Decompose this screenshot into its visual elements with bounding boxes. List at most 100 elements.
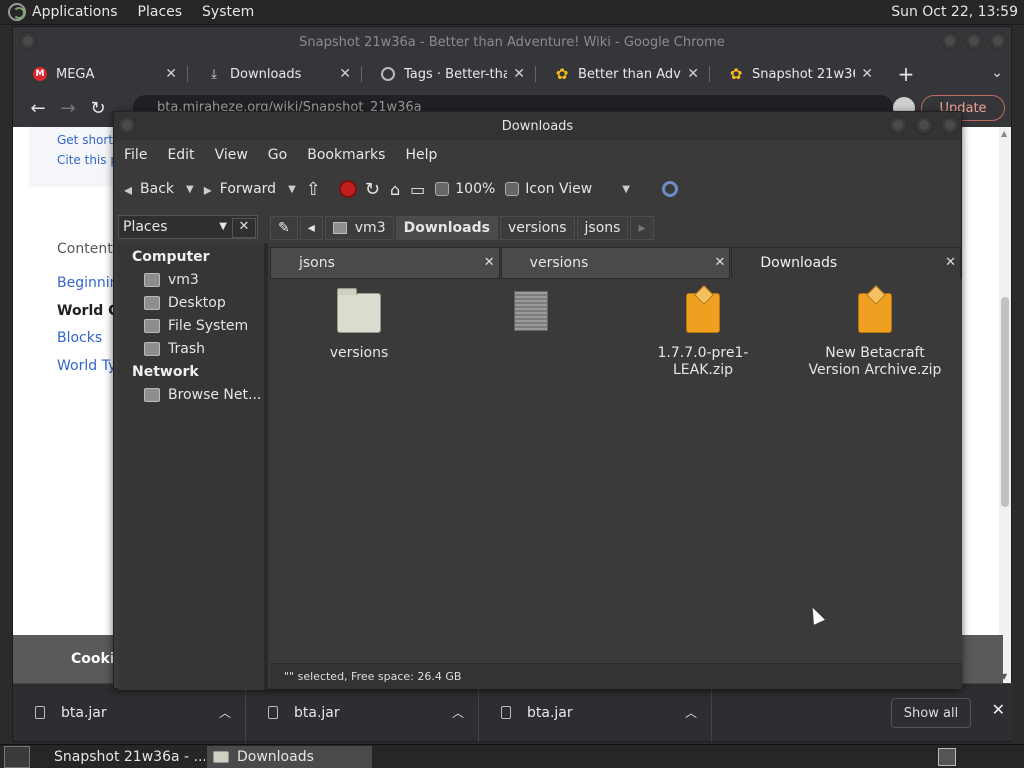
tab-versions[interactable]: versions ✕ [500,247,731,279]
show-desktop-icon[interactable] [4,745,30,768]
back-button[interactable]: ◂ Back ▼ [124,180,194,199]
up-arrow-icon[interactable]: ⇧ [306,179,321,200]
toc-link[interactable]: Beginnin [57,275,119,291]
minimize-icon[interactable] [941,32,959,50]
tab-label: Tags · Better-than- [404,66,508,82]
back-history-dropdown-icon[interactable]: ▼ [186,184,194,195]
download-item[interactable]: bta.jar ︿ [246,683,479,742]
reload-icon[interactable]: ↻ [365,179,380,200]
menu-file[interactable]: File [124,147,147,163]
file-name: versions [329,345,389,361]
sidebar-item-trash[interactable]: Trash [144,341,205,357]
taskbar-downloads[interactable]: Downloads [207,745,372,768]
page-scrollbar[interactable]: ▲ ▼ [999,127,1011,683]
window-menu-icon[interactable] [19,32,37,50]
computer-icon[interactable]: ▭ [410,180,425,199]
zoom-in-icon[interactable] [505,182,520,196]
system-menu[interactable]: System [202,4,254,20]
tab-jsons[interactable]: jsons ✕ [270,247,500,279]
applications-menu[interactable]: Applications [32,4,118,20]
close-tab-icon[interactable]: ✕ [165,66,177,82]
search-icon[interactable] [661,181,678,197]
menu-view[interactable]: View [215,147,248,163]
chrome-titlebar[interactable]: Snapshot 21w36a - Better than Adventure!… [13,27,1011,57]
edit-location-button[interactable]: ✎ [270,216,298,240]
path-segment-vm3[interactable]: vm3 [324,216,394,240]
tab-tags[interactable]: Tags · Better-than- ✕ [361,57,535,91]
workspace-switcher-icon[interactable] [938,747,956,766]
menu-edit[interactable]: Edit [167,147,194,163]
file-item-versions[interactable]: versions [284,288,434,362]
file-manager-titlebar[interactable]: Downloads [114,112,961,140]
tab-search-chevron-icon[interactable]: ⌄ [991,65,1003,81]
close-tab-icon[interactable]: ✕ [339,66,351,82]
menu-go[interactable]: Go [268,147,287,163]
drive-icon [144,319,160,333]
trash-icon [144,342,160,356]
window-menu-icon[interactable] [118,116,136,134]
close-sidebar-icon[interactable]: ✕ [232,218,256,238]
sidebar-splitter[interactable] [264,243,268,690]
folder-icon [213,750,229,763]
close-tab-icon[interactable]: ✕ [484,248,495,278]
forward-history-dropdown-icon[interactable]: ▼ [288,184,296,195]
toc-link[interactable]: Blocks [57,330,102,346]
path-segment-jsons[interactable]: jsons [576,216,629,240]
get-shortened-url-link[interactable]: Get shorte [57,133,120,147]
back-arrow-icon[interactable]: ← [23,93,53,123]
close-window-icon[interactable] [941,116,959,134]
distro-logo-icon[interactable] [8,3,26,21]
path-scroll-right-button[interactable]: ▸ [630,216,654,240]
file-item-leak-zip[interactable]: 1.7.7.0-pre1-LEAK.zip [628,293,778,379]
chevron-up-icon[interactable]: ︿ [685,704,697,721]
taskbar-chrome[interactable]: Snapshot 21w36a - ... [40,746,205,768]
maximize-icon[interactable] [965,32,983,50]
icon-view[interactable]: versions 1.7.7.0-pre1-LEAK.zip New Betac… [270,279,962,663]
close-tab-icon[interactable]: ✕ [945,248,956,278]
sidebar-item-desktop[interactable]: Desktop [144,295,226,311]
maximize-icon[interactable] [915,116,933,134]
sidebar-item-vm3[interactable]: vm3 [144,272,199,288]
minimize-icon[interactable] [889,116,907,134]
scrollbar-thumb[interactable] [1001,297,1009,507]
chevron-up-icon[interactable]: ︿ [452,704,464,721]
sidebar-item-browse-network[interactable]: Browse Net... [144,387,261,403]
tab-mega[interactable]: M MEGA ✕ [13,57,187,91]
menu-help[interactable]: Help [405,147,437,163]
clock[interactable]: Sun Oct 22, 13:59 [891,4,1018,20]
close-tab-icon[interactable]: ✕ [513,66,525,82]
file-item-betacraft-zip[interactable]: New Betacraft Version Archive.zip [800,293,950,379]
file-item-document[interactable] [456,291,606,343]
tab-snapshot[interactable]: ✿ Snapshot 21w36a - ✕ [709,57,883,91]
places-menu[interactable]: Places [138,4,183,20]
close-window-icon[interactable] [989,32,1007,50]
stop-icon[interactable] [338,180,357,198]
show-all-button[interactable]: Show all [891,698,971,728]
path-segment-downloads[interactable]: Downloads [395,216,498,240]
new-tab-button[interactable]: + [893,62,919,86]
download-item[interactable]: bta.jar ︿ [479,683,712,742]
tab-strip: M MEGA ✕ ⤓ Downloads ✕ Tags · Better-tha… [13,57,1011,91]
home-icon[interactable]: ⌂ [390,180,400,199]
zoom-out-icon[interactable] [435,182,450,196]
scroll-up-arrow-icon[interactable]: ▲ [1001,129,1007,138]
view-mode-select[interactable]: Icon View ▼ [525,181,630,197]
reload-icon[interactable]: ↻ [83,93,113,123]
close-tab-icon[interactable]: ✕ [687,66,699,82]
forward-arrow-icon[interactable]: → [53,93,83,123]
forward-button[interactable]: ▸ Forward ▼ [204,180,296,199]
home-folder-icon [144,273,160,287]
path-segment-versions[interactable]: versions [499,216,575,240]
close-shelf-icon[interactable]: ✕ [992,700,1005,719]
download-item[interactable]: bta.jar ︿ [13,683,246,742]
tab-downloads[interactable]: ⤓ Downloads ✕ [187,57,361,91]
close-tab-icon[interactable]: ✕ [861,66,873,82]
path-scroll-left-button[interactable]: ◂ [299,216,323,240]
chevron-up-icon[interactable]: ︿ [219,704,231,721]
tab-downloads[interactable]: Downloads ✕ [731,247,962,279]
sidebar-item-file-system[interactable]: File System [144,318,248,334]
menu-bookmarks[interactable]: Bookmarks [307,147,385,163]
close-tab-icon[interactable]: ✕ [714,248,725,278]
tab-better-than-adventure[interactable]: ✿ Better than Advent ✕ [535,57,709,91]
toc-link[interactable]: World Ty [57,358,116,374]
